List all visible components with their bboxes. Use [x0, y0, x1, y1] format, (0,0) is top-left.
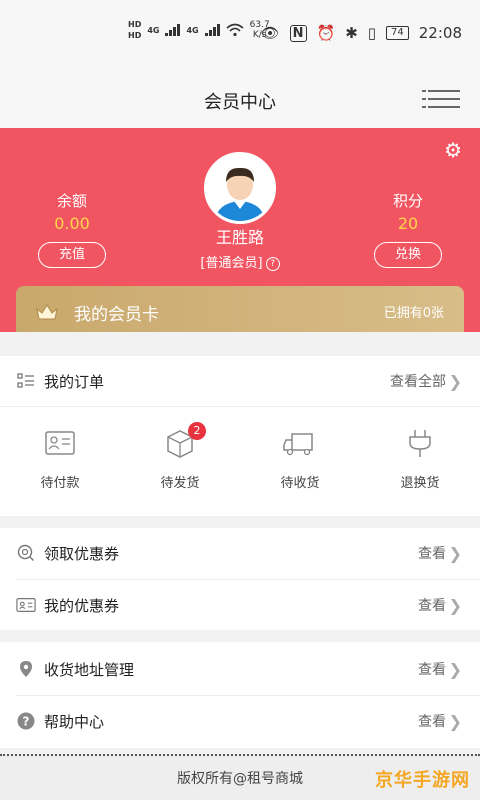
coupons-section: 领取优惠券 查看 ❯ 我的优惠券 查看 ❯ — [0, 528, 480, 630]
points-value: 20 — [397, 214, 419, 233]
member-card-count: 已拥有0张 — [383, 306, 444, 321]
order-pending-shipment[interactable]: 2 待发货 — [120, 422, 240, 491]
order-returns[interactable]: 退换货 — [360, 428, 480, 491]
help-icon[interactable]: ? — [265, 256, 280, 271]
avatar[interactable] — [204, 152, 276, 224]
address-view[interactable]: 查看 — [418, 659, 446, 679]
watermark-logo: 京华手游网 — [375, 770, 470, 791]
help-center-view[interactable]: 查看 — [418, 711, 446, 731]
order-pending-shipment-label: 待发货 — [160, 476, 200, 491]
balance-label: 余额 — [56, 192, 87, 210]
get-coupons-label: 领取优惠券 — [44, 544, 120, 563]
points-label: 积分 — [392, 192, 423, 210]
order-pending-payment-label: 待付款 — [40, 476, 80, 491]
footer: 版权所有@租号商城 京华手游网 — [0, 754, 480, 800]
orders-title: 我的订单 — [44, 372, 105, 391]
address-row[interactable]: 收货地址管理 查看 ❯ — [0, 644, 480, 694]
page-title: 会员中心 — [204, 92, 276, 113]
network-type-1: 4G — [147, 25, 160, 35]
member-level-text: [普通会员] — [200, 256, 263, 271]
gear-icon[interactable]: ⚙ — [444, 138, 462, 162]
address-label: 收货地址管理 — [44, 660, 135, 679]
order-pending-payment[interactable]: 待付款 — [0, 428, 120, 491]
divider — [0, 406, 480, 407]
view-all-orders-link[interactable]: 查看全部 — [390, 371, 446, 391]
status-bar: HD HD 4G 4G 63.7 K/s 👁 N ⏰ ✱ ▯ 74 22:08 — [0, 0, 480, 66]
nfc-icon: N — [289, 24, 307, 42]
signal-icon-2 — [204, 24, 220, 36]
status-right: 👁 N ⏰ ✱ ▯ 74 22:08 — [261, 24, 462, 42]
order-returns-label: 退换货 — [400, 476, 440, 491]
chevron-right-icon: ❯ — [448, 371, 462, 391]
order-pending-receipt-label: 待收货 — [280, 476, 320, 491]
status-left: HD HD 4G 4G 63.7 K/s — [128, 20, 270, 40]
pending-shipment-badge: 2 — [188, 422, 206, 440]
chevron-right-icon: ❯ — [448, 711, 462, 731]
redeem-button[interactable]: 兑换 — [374, 242, 442, 268]
chevron-right-icon: ❯ — [448, 595, 462, 615]
battery-icon: 74 — [386, 26, 409, 40]
box-icon: 2 — [160, 422, 206, 462]
chevron-right-icon: ❯ — [448, 543, 462, 563]
chevron-right-icon: ❯ — [448, 659, 462, 679]
truck-icon — [280, 428, 320, 462]
crown-icon — [36, 304, 58, 320]
orders-section: 我的订单 查看全部 ❯ 待付款 2 待发货 待收货 退换货 — [0, 356, 480, 516]
coupon-card-icon — [16, 595, 36, 615]
member-card[interactable]: 我的会员卡 已拥有0张 — [16, 286, 464, 332]
my-coupons-row[interactable]: 我的优惠券 查看 ❯ — [0, 580, 480, 630]
my-coupons-view[interactable]: 查看 — [418, 595, 446, 615]
orders-header-row[interactable]: 我的订单 查看全部 ❯ — [0, 356, 480, 406]
eye-icon: 👁 — [260, 24, 280, 42]
others-section: 收货地址管理 查看 ❯ ? 帮助中心 查看 ❯ — [0, 642, 480, 748]
hd-indicator-1: HD — [128, 20, 142, 29]
member-card-title: 我的会员卡 — [74, 305, 159, 325]
menu-icon[interactable] — [422, 88, 460, 110]
bluetooth-icon: ✱ — [345, 24, 358, 42]
help-center-label: 帮助中心 — [44, 712, 105, 731]
svg-text:?: ? — [23, 715, 30, 729]
order-status-bar: 待付款 2 待发货 待收货 退换货 — [0, 422, 480, 498]
list-icon — [16, 371, 36, 391]
signal-icon — [165, 24, 181, 36]
network-type-2: 4G — [186, 25, 199, 35]
vibrate-icon: ▯ — [367, 24, 377, 42]
help-circle-icon: ? — [16, 711, 36, 731]
clock-time: 22:08 — [418, 24, 462, 42]
hd-indicator-2: HD — [128, 31, 142, 40]
plug-icon — [400, 428, 440, 462]
help-center-row[interactable]: ? 帮助中心 查看 ❯ — [0, 696, 480, 746]
wifi-icon — [226, 23, 244, 37]
nav-bar: 会员中心 — [0, 66, 480, 128]
coupon-search-icon — [16, 543, 36, 563]
card-icon — [40, 428, 80, 462]
alarm-icon: ⏰ — [316, 24, 336, 42]
get-coupons-row[interactable]: 领取优惠券 查看 ❯ — [0, 528, 480, 578]
get-coupons-view[interactable]: 查看 — [418, 543, 446, 563]
order-pending-receipt[interactable]: 待收货 — [240, 428, 360, 491]
location-pin-icon — [16, 659, 36, 679]
my-coupons-label: 我的优惠券 — [44, 596, 120, 615]
